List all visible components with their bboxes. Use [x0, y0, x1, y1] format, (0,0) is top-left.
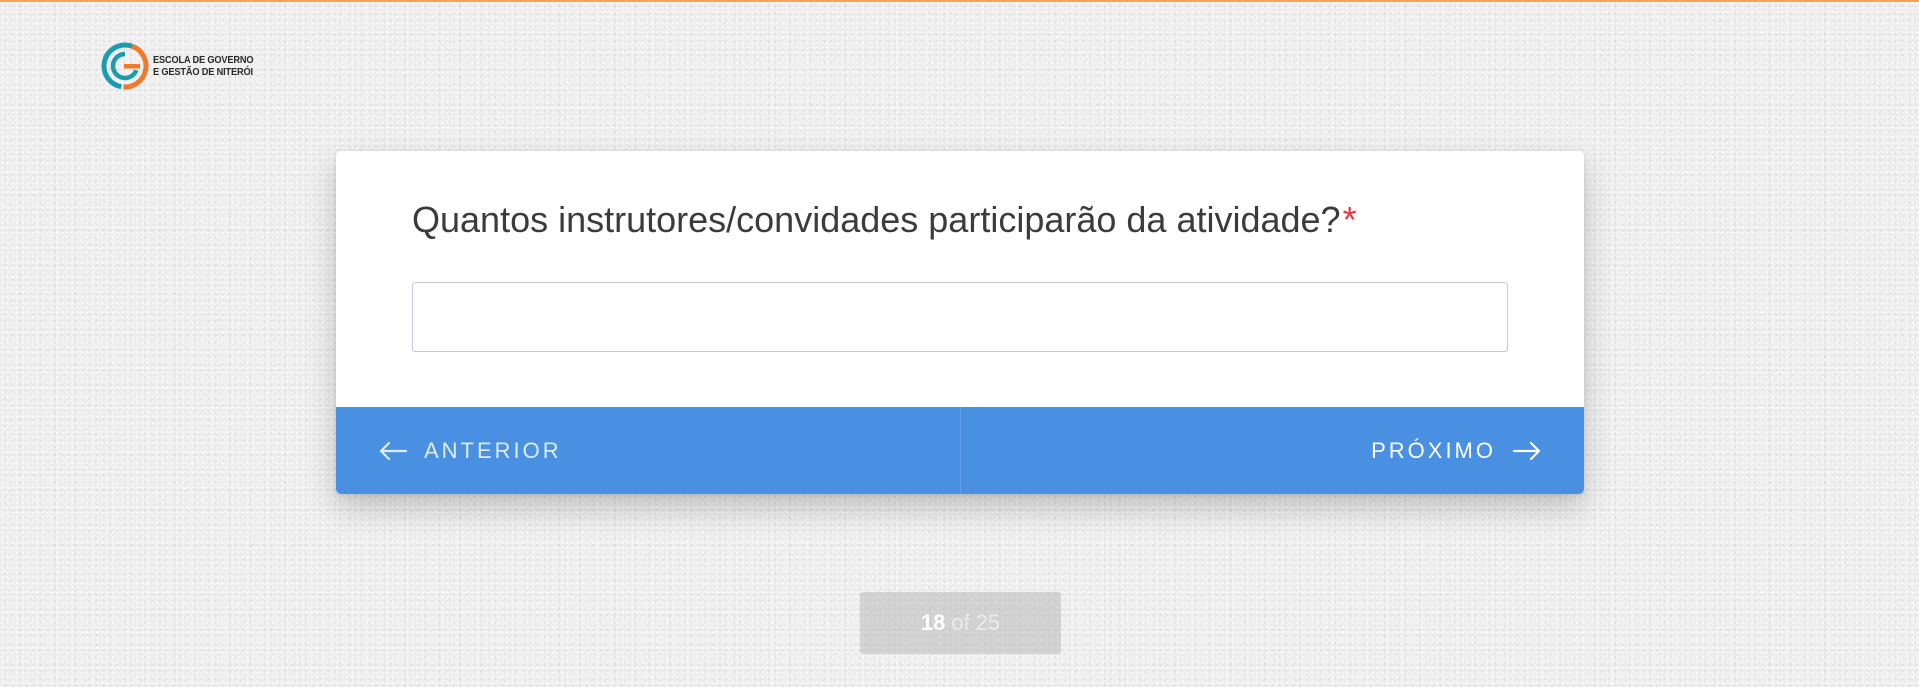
logo: ESCOLA DE GOVERNO E GESTÃO DE NITERÓI	[100, 41, 267, 91]
navigation-bar: ANTERIOR PRÓXIMO	[336, 407, 1584, 494]
progress-separator: of	[951, 610, 970, 635]
answer-input[interactable]	[412, 282, 1508, 352]
next-button-label: PRÓXIMO	[1371, 437, 1496, 463]
logo-line-1: ESCOLA DE GOVERNO	[153, 54, 254, 66]
required-asterisk: *	[1342, 199, 1357, 240]
logo-mark-icon	[101, 42, 149, 90]
previous-button-label: ANTERIOR	[424, 437, 562, 463]
logo-line-2: E GESTÃO DE NITERÓI	[153, 66, 253, 78]
next-button[interactable]: PRÓXIMO	[961, 407, 1585, 494]
progress-current: 18	[920, 610, 946, 635]
question-title: Quantos instrutores/convidades participa…	[412, 199, 1357, 241]
progress-total: 25	[975, 610, 1001, 635]
question-text: Quantos instrutores/convidades participa…	[412, 199, 1341, 240]
progress-indicator: 18 of 25	[860, 592, 1061, 654]
arrow-left-icon	[378, 441, 408, 461]
previous-button[interactable]: ANTERIOR	[336, 407, 961, 494]
question-card: Quantos instrutores/convidades participa…	[336, 151, 1584, 494]
arrow-right-icon	[1512, 441, 1542, 461]
logo-text: ESCOLA DE GOVERNO E GESTÃO DE NITERÓI	[153, 54, 254, 78]
top-accent-line	[0, 0, 1919, 2]
